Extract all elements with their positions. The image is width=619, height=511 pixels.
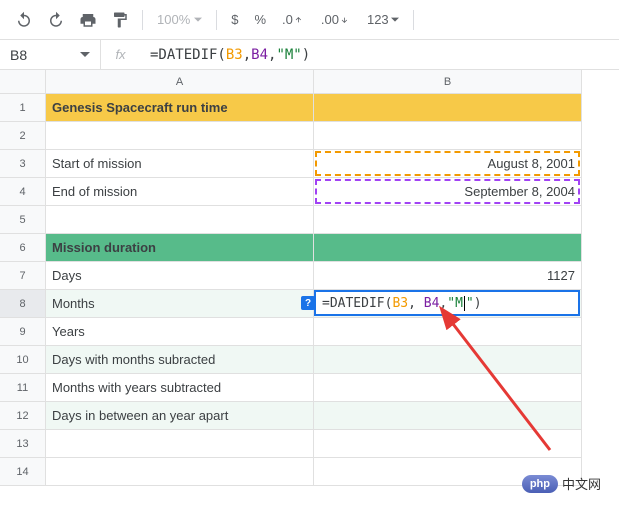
print-button[interactable] <box>74 6 102 34</box>
currency-button[interactable]: $ <box>225 12 244 27</box>
formula-input[interactable]: =DATEDIF(B3, B4,"M") <box>140 40 619 69</box>
formula-help-badge[interactable]: ? <box>301 296 315 310</box>
cell-b10[interactable] <box>314 346 582 374</box>
formula-bar: B8 fx =DATEDIF(B3, B4,"M") <box>0 40 619 70</box>
increase-decimal-button[interactable]: .00 <box>315 12 357 27</box>
decrease-decimal-button[interactable]: .0 <box>276 12 311 27</box>
cell-a4[interactable]: End of mission <box>46 178 314 206</box>
cell-b6[interactable] <box>314 234 582 262</box>
row-header[interactable]: 5 <box>0 206 46 234</box>
column-headers: A B <box>46 70 582 94</box>
cell-b5[interactable] <box>314 206 582 234</box>
cell-b3[interactable]: August 8, 2001 <box>314 150 582 178</box>
fx-icon: fx <box>100 40 140 69</box>
watermark: php 中文网 <box>522 474 601 493</box>
cell-reference: B8 <box>10 47 27 63</box>
cell-a10[interactable]: Days with months subracted <box>46 346 314 374</box>
cell-a7[interactable]: Days <box>46 262 314 290</box>
cell-a13[interactable] <box>46 430 314 458</box>
row-header[interactable]: 13 <box>0 430 46 458</box>
cell-b12[interactable] <box>314 402 582 430</box>
cell-a1[interactable]: Genesis Spacecraft run time <box>46 94 314 122</box>
cell-a14[interactable] <box>46 458 314 486</box>
active-cell-editor[interactable]: ? =DATEDIF(B3, B4,"M") <box>314 290 580 316</box>
separator <box>413 10 414 30</box>
more-formats-dropdown[interactable]: 123 <box>361 12 405 27</box>
separator <box>142 10 143 30</box>
undo-button[interactable] <box>10 6 38 34</box>
cell-b13[interactable] <box>314 430 582 458</box>
separator <box>216 10 217 30</box>
cell-a5[interactable] <box>46 206 314 234</box>
cell-b4[interactable]: September 8, 2004 <box>314 178 582 206</box>
cell-formula-text: =DATEDIF(B3, B4,"M") <box>316 292 578 315</box>
row-headers: 1 2 3 4 5 6 7 8 9 10 11 12 13 14 <box>0 94 46 486</box>
row-header[interactable]: 2 <box>0 122 46 150</box>
name-box[interactable]: B8 <box>0 47 100 63</box>
zoom-value: 100% <box>157 12 190 27</box>
zoom-dropdown[interactable]: 100% <box>151 12 208 27</box>
watermark-text: 中文网 <box>562 474 601 493</box>
text-cursor <box>464 296 465 311</box>
cell-b2[interactable] <box>314 122 582 150</box>
redo-button[interactable] <box>42 6 70 34</box>
cell-a3[interactable]: Start of mission <box>46 150 314 178</box>
cell-a9[interactable]: Years <box>46 318 314 346</box>
col-header-a[interactable]: A <box>46 70 314 94</box>
row-header[interactable]: 3 <box>0 150 46 178</box>
row-header[interactable]: 4 <box>0 178 46 206</box>
paint-format-button[interactable] <box>106 6 134 34</box>
row-header[interactable]: 9 <box>0 318 46 346</box>
row-header[interactable]: 7 <box>0 262 46 290</box>
percent-button[interactable]: % <box>248 12 272 27</box>
cells-area: Genesis Spacecraft run time Start of mis… <box>46 94 582 486</box>
row-header[interactable]: 14 <box>0 458 46 486</box>
row-header[interactable]: 11 <box>0 374 46 402</box>
row-header[interactable]: 10 <box>0 346 46 374</box>
watermark-badge: php <box>522 475 558 493</box>
cell-b11[interactable] <box>314 374 582 402</box>
cell-b9[interactable] <box>314 318 582 346</box>
cell-a11[interactable]: Months with years subtracted <box>46 374 314 402</box>
row-header[interactable]: 1 <box>0 94 46 122</box>
cell-b7[interactable]: 1127 <box>314 262 582 290</box>
chevron-down-icon <box>80 50 90 60</box>
row-header[interactable]: 6 <box>0 234 46 262</box>
cell-a2[interactable] <box>46 122 314 150</box>
select-all-corner[interactable] <box>0 70 46 94</box>
col-header-b[interactable]: B <box>314 70 582 94</box>
row-header[interactable]: 12 <box>0 402 46 430</box>
cell-a6[interactable]: Mission duration <box>46 234 314 262</box>
cell-b1[interactable] <box>314 94 582 122</box>
toolbar: 100% $ % .0 .00 123 <box>0 0 619 40</box>
row-header[interactable]: 8 <box>0 290 46 318</box>
cell-a12[interactable]: Days in between an year apart <box>46 402 314 430</box>
cell-a8[interactable]: Months <box>46 290 314 318</box>
